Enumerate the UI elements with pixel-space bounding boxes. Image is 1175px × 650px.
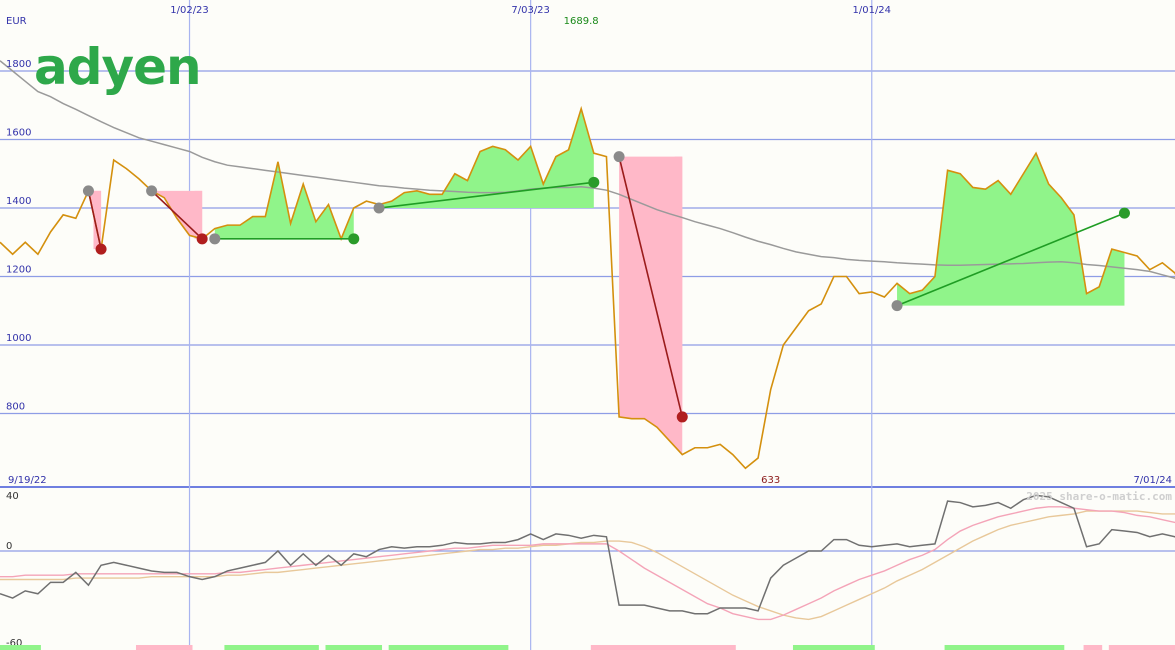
gain-signal-bar: [944, 645, 1065, 650]
gain-signal-bar: [224, 645, 319, 650]
y-tick-label: 1600: [6, 128, 31, 139]
logo-text: adyen: [34, 38, 201, 96]
trade-entry-dot: [82, 185, 94, 197]
trade-exit-dot: [196, 233, 208, 245]
trade-entry-dot: [613, 151, 625, 163]
x-end-label: 7/01/24: [1133, 475, 1172, 486]
loss-signal-bar: [1108, 645, 1175, 650]
osc-tick-label: 40: [6, 491, 19, 502]
trade-entry-dot: [209, 233, 221, 245]
y-tick-label: 1400: [6, 196, 31, 207]
trade-entry-dot: [373, 202, 385, 214]
gain-signal-bar: [0, 645, 41, 650]
gain-signal-bar: [792, 645, 875, 650]
loss-signal-bar: [1083, 645, 1103, 650]
low-annotation: 633: [761, 475, 780, 486]
date-marker-label: 1/01/24: [852, 5, 891, 16]
high-annotation: 1689.8: [564, 16, 599, 27]
stock-chart: 800 1000 1200 1400 1600 1800 1/02/23 7/03/23 1/0…: [0, 0, 1175, 650]
y-tick-label: 1000: [6, 333, 31, 344]
adyen-logo: adyen: [34, 38, 202, 96]
date-marker-label: 7/03/23: [511, 5, 550, 16]
trade-entry-dot: [146, 185, 158, 197]
trade-exit-dot: [95, 243, 107, 255]
trade-exit-dot: [348, 233, 360, 245]
osc-tick-label: 0: [6, 541, 12, 552]
gain-signal-bar: [388, 645, 509, 650]
watermark: 2025 share-o-matic.com: [1026, 490, 1172, 503]
x-start-label: 9/19/22: [8, 475, 47, 486]
trade-exit-dot: [588, 176, 600, 188]
y-tick-label: 1200: [6, 265, 31, 276]
y-tick-label: 800: [6, 402, 25, 413]
trade-entry-dot: [891, 300, 903, 312]
y-tick-label: 1800: [6, 59, 31, 70]
loss-signal-bar: [135, 645, 193, 650]
trade-exit-dot: [676, 411, 688, 423]
loss-signal-bar: [590, 645, 736, 650]
chart-background: [0, 0, 1175, 650]
currency-label: EUR: [6, 16, 27, 27]
loss-area-curve: [619, 156, 683, 455]
trade-exit-dot: [1118, 207, 1130, 219]
date-marker-label: 1/02/23: [170, 5, 209, 16]
gain-signal-bar: [325, 645, 383, 650]
